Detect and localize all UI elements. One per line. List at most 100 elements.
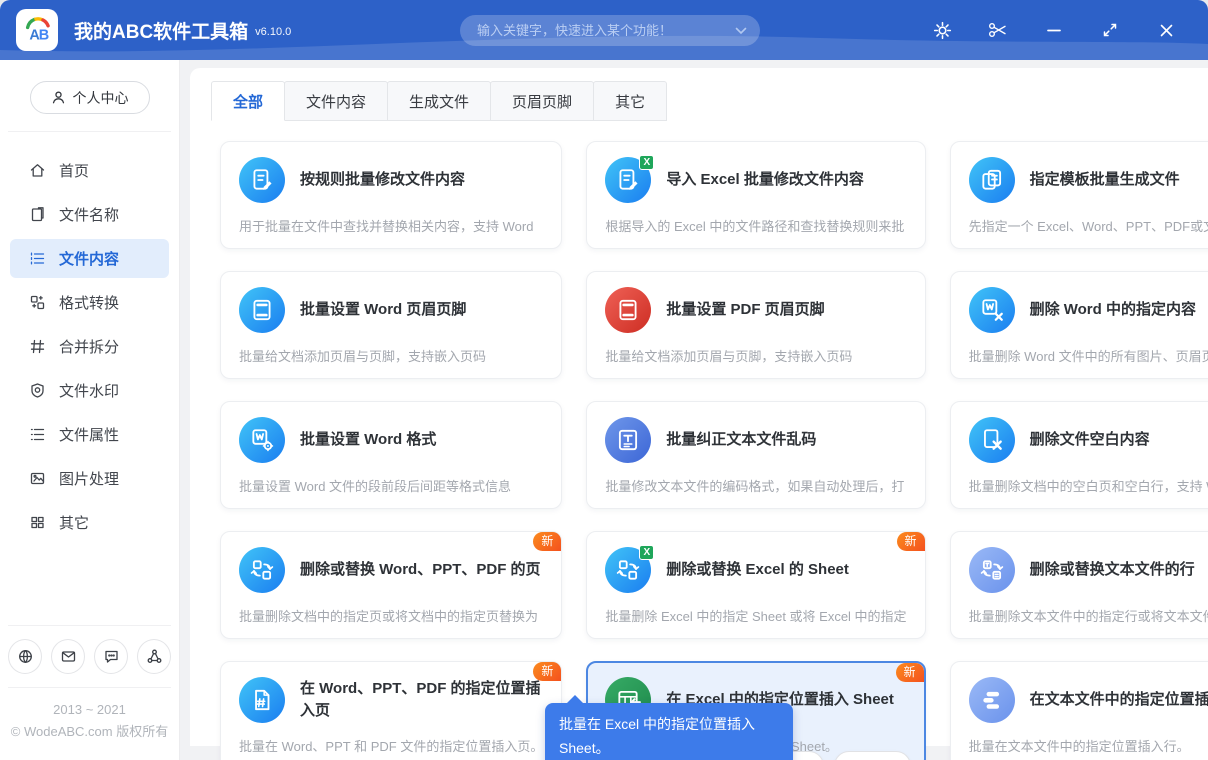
share-icon[interactable] bbox=[137, 638, 171, 674]
sidebar-item-file-name[interactable]: 文件名称 bbox=[10, 195, 169, 234]
minimize-icon[interactable] bbox=[1026, 0, 1082, 60]
sidebar-item-label: 文件水印 bbox=[59, 383, 120, 400]
tab-label: 页眉页脚 bbox=[512, 93, 573, 111]
swap-lines-icon: X bbox=[968, 547, 1015, 593]
doc-w-delete-icon: X bbox=[968, 287, 1015, 333]
tooltip: 批量在 Excel 中的指定位置插入 Sheet。 bbox=[545, 695, 793, 760]
tool-card-grid: X 按规则批量修改文件内容 用于批量在文件中查找并替换相关内容，支持 Word … bbox=[190, 121, 1208, 760]
tool-card-title: 删除或替换 Excel 的 Sheet bbox=[666, 560, 849, 578]
tool-card-title: 在文本文件中的指定位置插入行 bbox=[1029, 690, 1208, 708]
tool-card-title: 指定模板批量生成文件 bbox=[1029, 170, 1180, 188]
format-convert-icon bbox=[29, 294, 46, 311]
tool-card-title: 删除或替换 Word、PPT、PDF 的页 bbox=[300, 560, 541, 578]
browser-icon[interactable] bbox=[8, 638, 42, 674]
page-hash-icon: X bbox=[239, 677, 285, 723]
tool-card[interactable]: X 导入 Excel 批量修改文件内容 根据导入的 Excel 中的文件路径和查… bbox=[586, 141, 926, 249]
tool-card[interactable]: 新 X 删除或替换 Word、PPT、PDF 的页 批量删除文档中的指定页或将文… bbox=[220, 531, 563, 639]
chevron-down-icon[interactable] bbox=[735, 27, 747, 35]
person-icon bbox=[51, 90, 66, 105]
tool-card[interactable]: X 批量设置 Word 格式 批量设置 Word 文件的段前段后间距等格式信息 bbox=[220, 401, 563, 509]
sidebar-item-label: 合并拆分 bbox=[59, 339, 120, 356]
doc-edit-icon: X bbox=[239, 157, 285, 203]
tab-页眉页脚[interactable]: 页眉页脚 bbox=[490, 81, 595, 121]
new-badge: 新 bbox=[533, 662, 562, 681]
tool-card-description: 批量在文本文件中的指定位置插入行。 bbox=[968, 739, 1190, 754]
sidebar-item-label: 格式转换 bbox=[59, 295, 120, 312]
watermark-icon bbox=[29, 382, 46, 399]
tool-card[interactable]: 新 X 删除或替换文本文件的行 批量删除文本文件中的指定行或将文本文件中的指定 bbox=[949, 531, 1208, 639]
merge-split-icon bbox=[29, 338, 46, 355]
mail-icon[interactable] bbox=[51, 638, 85, 674]
settings-gear-icon[interactable] bbox=[914, 0, 970, 60]
tool-card[interactable]: X 批量设置 PDF 页眉页脚 批量给文档添加页眉与页脚，支持嵌入页码 bbox=[586, 271, 926, 379]
svg-text:B: B bbox=[39, 27, 49, 43]
category-tabs: 全部 文件内容 生成文件 页眉页脚 其它 bbox=[190, 68, 1208, 121]
tool-card[interactable]: X 按规则批量修改文件内容 用于批量在文件中查找并替换相关内容，支持 Word bbox=[220, 141, 563, 249]
scissors-icon[interactable] bbox=[970, 0, 1026, 60]
tab-label: 其它 bbox=[615, 93, 646, 111]
sidebar-item-merge-split[interactable]: 合并拆分 bbox=[10, 327, 169, 366]
tool-card-description: 批量删除 Excel 中的指定 Sheet 或将 Excel 中的指定 bbox=[605, 609, 907, 624]
app-logo: A B bbox=[16, 9, 58, 51]
search-input[interactable] bbox=[460, 23, 735, 38]
tool-card[interactable]: X 删除文件空白内容 批量删除文档中的空白页和空白行，支持 Word、Ex bbox=[949, 401, 1208, 509]
maximize-icon[interactable] bbox=[1082, 0, 1138, 60]
doc-text-icon: X bbox=[605, 417, 652, 463]
tab-生成文件[interactable]: 生成文件 bbox=[387, 81, 492, 121]
doc-header-footer-icon: X bbox=[605, 287, 652, 333]
sidebar-item-label: 文件内容 bbox=[59, 251, 120, 268]
sidebar-item-format-convert[interactable]: 格式转换 bbox=[10, 283, 169, 322]
sidebar: 个人中心 首页 文件名称 文件内容 格式转换 合并拆分 文件水印 文件属性 图片… bbox=[0, 60, 180, 760]
tool-card-title: 删除文件空白内容 bbox=[1029, 430, 1150, 448]
swap-pages-icon: X bbox=[605, 545, 655, 593]
copyright-owner: © WodeABC.com 版权所有 bbox=[10, 723, 169, 739]
doc-copy-icon: X bbox=[968, 157, 1015, 203]
sidebar-item-file-props[interactable]: 文件属性 bbox=[10, 415, 169, 454]
tab-label: 全部 bbox=[233, 93, 264, 111]
titlebar-buttons bbox=[914, 0, 1194, 60]
sidebar-item-label: 文件属性 bbox=[59, 427, 120, 444]
sidebar-item-image-process[interactable]: 图片处理 bbox=[10, 459, 169, 498]
tool-card[interactable]: 新 X 在文本文件中的指定位置插入行 批量在文本文件中的指定位置插入行。 bbox=[949, 661, 1208, 760]
tool-card-description: 批量删除 Word 文件中的所有图片、页眉页脚、超链接 bbox=[968, 349, 1208, 364]
new-badge: 新 bbox=[895, 663, 924, 682]
tool-card-description: 批量删除文本文件中的指定行或将文本文件中的指定 bbox=[968, 609, 1208, 624]
follow-button[interactable]: 关注 bbox=[833, 751, 911, 760]
titlebar: A B 我的ABC软件工具箱 v6.10.0 bbox=[0, 0, 1208, 60]
tab-文件内容[interactable]: 文件内容 bbox=[284, 81, 389, 121]
profile-center-label: 个人中心 bbox=[72, 89, 129, 106]
sidebar-item-home[interactable]: 首页 bbox=[10, 151, 169, 190]
sidebar-item-label: 图片处理 bbox=[59, 471, 120, 488]
tool-card-title: 批量设置 PDF 页眉页脚 bbox=[666, 300, 825, 318]
tool-card[interactable]: X 批量设置 Word 页眉页脚 批量给文档添加页眉与页脚，支持嵌入页码 bbox=[220, 271, 563, 379]
sidebar-item-label: 其它 bbox=[59, 515, 90, 532]
tool-card-description: 批量在 Word、PPT 和 PDF 文件的指定位置插入页。 bbox=[239, 739, 544, 754]
tool-card[interactable]: X 批量纠正文本文件乱码 批量修改文本文件的编码格式，如果自动处理后，打 bbox=[586, 401, 926, 509]
tab-全部[interactable]: 全部 bbox=[211, 81, 286, 121]
excel-x-badge: X bbox=[639, 155, 655, 170]
tool-card-description: 用于批量在文件中查找并替换相关内容，支持 Word bbox=[239, 219, 534, 234]
sidebar-item-watermark[interactable]: 文件水印 bbox=[10, 371, 169, 410]
copyright-years: 2013 ~ 2021 bbox=[53, 701, 126, 717]
sidebar-footer-icons bbox=[8, 624, 171, 687]
app-version: v6.10.0 bbox=[255, 26, 292, 38]
close-icon[interactable] bbox=[1138, 0, 1194, 60]
doc-header-footer-icon: X bbox=[239, 287, 285, 333]
profile-center-button[interactable]: 个人中心 bbox=[29, 81, 150, 114]
tool-card[interactable]: 新 X 删除或替换 Excel 的 Sheet 批量删除 Excel 中的指定 … bbox=[586, 531, 926, 639]
tool-card[interactable]: 新 X 在 Word、PPT、PDF 的指定位置插入页 批量在 Word、PPT… bbox=[220, 661, 563, 760]
tab-其它[interactable]: 其它 bbox=[593, 81, 668, 121]
sidebar-nav: 首页 文件名称 文件内容 格式转换 合并拆分 文件水印 文件属性 图片处理 其它 bbox=[0, 140, 179, 625]
home-icon bbox=[29, 162, 46, 179]
tool-card[interactable]: X 指定模板批量生成文件 先指定一个 Excel、Word、PPT、PDF或文本… bbox=[949, 141, 1208, 249]
tool-card-title: 批量纠正文本文件乱码 bbox=[666, 430, 817, 448]
tool-card-description: 批量删除文档中的空白页和空白行，支持 Word、Ex bbox=[968, 479, 1208, 494]
chat-icon[interactable] bbox=[94, 638, 128, 674]
tool-card-title: 批量设置 Word 页眉页脚 bbox=[300, 300, 467, 318]
tab-label: 文件内容 bbox=[306, 93, 367, 111]
tool-card[interactable]: X 删除 Word 中的指定内容 批量删除 Word 文件中的所有图片、页眉页脚… bbox=[949, 271, 1208, 379]
quick-search-box[interactable] bbox=[460, 15, 760, 46]
sidebar-item-file-content[interactable]: 文件内容 bbox=[10, 239, 169, 278]
sidebar-divider bbox=[8, 131, 171, 132]
sidebar-item-others-grid[interactable]: 其它 bbox=[10, 503, 169, 542]
